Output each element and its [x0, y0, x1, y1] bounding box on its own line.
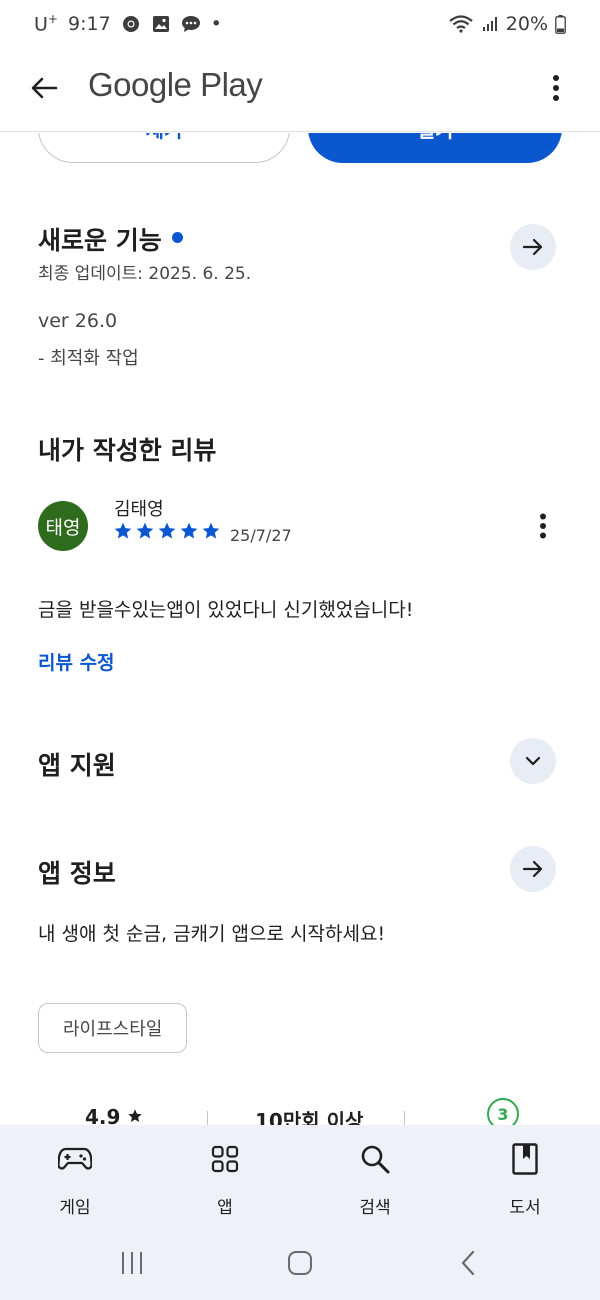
- more-vert-icon: [540, 513, 546, 539]
- app-title: Google Play: [88, 66, 263, 103]
- chevron-left-icon: [461, 1250, 475, 1276]
- gallery-icon: [151, 14, 171, 34]
- app-bar: Google Play: [0, 48, 600, 132]
- app-info-arrow-button[interactable]: [510, 846, 556, 892]
- star-icon: [180, 522, 198, 539]
- whats-new-arrow-button[interactable]: [510, 224, 556, 270]
- nav-label-apps: 앱: [217, 1198, 233, 1218]
- home-button[interactable]: [280, 1246, 320, 1280]
- notification-dot: •: [210, 12, 222, 35]
- avatar: 태영: [38, 501, 88, 551]
- my-review-title: 내가 작성한 리뷰: [38, 436, 217, 465]
- version-text: ver 26.0: [38, 310, 118, 332]
- nav-item-search[interactable]: 검색: [325, 1141, 425, 1218]
- app-support-expand-button[interactable]: [510, 738, 556, 784]
- last-updated: 최종 업데이트: 2025. 6. 25.: [38, 264, 252, 284]
- chrome-icon: [121, 14, 141, 34]
- nav-item-apps[interactable]: 앱: [175, 1141, 275, 1218]
- nav-label-books: 도서: [509, 1198, 541, 1218]
- wifi-icon: [448, 14, 474, 34]
- carrier-label: U+: [34, 12, 58, 36]
- app-info-title: 앱 정보: [38, 859, 116, 888]
- rating-stars: [113, 521, 221, 541]
- review-body: 금을 받을수있는앱이 있었다니 신기했었습니다!: [38, 599, 414, 621]
- arrow-forward-icon: [522, 238, 543, 256]
- new-indicator-dot: [171, 232, 183, 243]
- star-icon: [202, 522, 220, 539]
- age-rating-badge: 3: [487, 1098, 519, 1125]
- stat-divider: [207, 1111, 208, 1125]
- review-more-button[interactable]: [530, 511, 556, 541]
- more-vert-icon: [553, 75, 559, 101]
- signal-icon: [480, 14, 500, 34]
- status-right: 20%: [448, 13, 566, 35]
- search-icon: [357, 1141, 393, 1177]
- message-icon: [181, 14, 201, 34]
- update-note: - 최적화 작업: [38, 348, 139, 369]
- edit-review-link[interactable]: 리뷰 수정: [38, 648, 115, 675]
- star-icon: [158, 522, 176, 539]
- reviewer-name: 김태영: [114, 499, 164, 520]
- status-bar: U+ 9:17 • 20%: [0, 0, 600, 48]
- system-back-button[interactable]: [448, 1246, 488, 1280]
- arrow-back-icon: [31, 77, 58, 99]
- status-time: 9:17: [67, 12, 111, 35]
- nav-item-books[interactable]: 도서: [475, 1141, 575, 1218]
- stats-row: 4.9 10만회 이상 3: [0, 1098, 600, 1125]
- stat-divider: [404, 1111, 405, 1125]
- whats-new-title: 새로운 기능: [38, 221, 183, 257]
- recents-button[interactable]: [112, 1246, 152, 1280]
- star-icon: [136, 522, 154, 539]
- system-nav-bar: [0, 1232, 600, 1292]
- back-button[interactable]: [26, 70, 62, 106]
- review-date: 25/7/27: [230, 526, 292, 545]
- action-buttons: 제거 열기: [0, 133, 600, 163]
- star-icon: [128, 1109, 143, 1122]
- battery-percent: 20%: [505, 13, 548, 35]
- battery-icon: [554, 14, 566, 34]
- uninstall-button[interactable]: 제거: [38, 133, 290, 163]
- app-description: 내 생애 첫 순금, 금캐기 앱으로 시작하세요!: [38, 923, 386, 945]
- rating-value: 4.9: [85, 1105, 121, 1125]
- open-button[interactable]: 열기: [308, 133, 562, 163]
- whats-new-label: 새로운 기능: [38, 226, 162, 255]
- apps-grid-icon: [207, 1141, 243, 1177]
- downloads-stat: 10만회 이상: [255, 1109, 364, 1125]
- nav-label-search: 검색: [359, 1198, 391, 1218]
- recents-icon: [122, 1252, 142, 1274]
- home-icon: [288, 1251, 312, 1275]
- arrow-forward-icon: [522, 860, 543, 878]
- star-icon: [114, 522, 132, 539]
- book-icon: [507, 1141, 543, 1177]
- status-left: U+ 9:17 •: [34, 12, 222, 35]
- app-details-content[interactable]: 제거 열기 새로운 기능 최종 업데이트: 2025. 6. 25. ver 2…: [0, 133, 600, 1125]
- rating-stat: 4.9: [85, 1105, 143, 1125]
- nav-item-games[interactable]: 게임: [25, 1141, 125, 1218]
- gamepad-icon: [57, 1141, 93, 1177]
- app-support-title: 앱 지원: [38, 751, 116, 780]
- nav-label-games: 게임: [59, 1198, 91, 1218]
- category-chip[interactable]: 라이프스타일: [38, 1003, 188, 1053]
- chevron-down-icon: [525, 756, 541, 766]
- more-options-button[interactable]: [538, 70, 574, 106]
